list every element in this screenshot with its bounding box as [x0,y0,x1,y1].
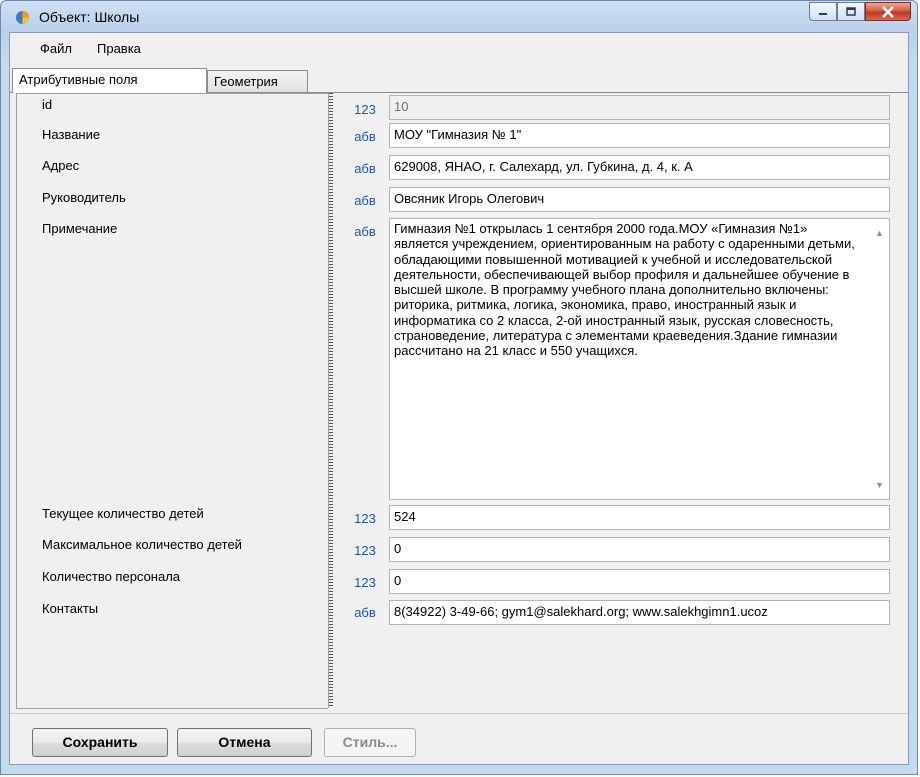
type-badge-number: 123 [354,102,376,117]
type-badge-text: абв [354,605,376,620]
field-label-max-children: Максимальное количество детей [42,537,242,552]
style-button: Стиль... [324,728,416,757]
field-label-director: Руководитель [42,190,126,205]
minimize-button[interactable] [809,2,837,21]
field-label-staff: Количество персонала [42,569,181,584]
type-badge-text: абв [354,129,376,144]
note-text: Гимназия №1 открылась 1 сентября 2000 го… [394,221,855,359]
type-badge-number: 123 [354,543,376,558]
director-field[interactable]: Овсяник Игорь Олегович [389,187,890,212]
max-children-field[interactable]: 0 [389,537,890,562]
tab-geometry[interactable]: Геометрия [207,70,308,92]
field-label-id: id [42,97,53,112]
column-splitter[interactable] [328,93,333,708]
tab-strip: Атрибутивные поля Геометрия [10,68,908,93]
scroll-up-icon[interactable]: ▲ [875,226,884,241]
type-badge-text: абв [354,193,376,208]
field-label-name: Название [42,127,101,142]
name-field[interactable]: МОУ "Гимназия № 1" [389,123,890,148]
minimize-icon [819,12,827,15]
scroll-down-icon[interactable]: ▼ [875,478,884,493]
tab-attributes[interactable]: Атрибутивные поля [12,68,207,93]
client-area: Файл Правка Атрибутивные поля Геометрия … [9,32,909,765]
maximize-button[interactable] [837,2,865,21]
address-field[interactable]: 629008, ЯНАО, г. Салехард, ул. Губкина, … [389,155,890,180]
maximize-icon [846,6,856,16]
field-label-contacts: Контакты [42,601,99,616]
window: Объект: Школы Файл Правка Атрибутивные п… [0,0,918,775]
menu-bar: Файл Правка [10,33,908,63]
close-button[interactable] [865,2,911,21]
labels-column [16,93,328,709]
close-icon [882,5,894,18]
field-label-note: Примечание [42,221,118,236]
attributes-panel: id 123 10 Название абв МОУ "Гимназия № 1… [10,92,908,713]
button-bar: Сохранить Отмена Стиль... [10,713,908,766]
note-textarea[interactable]: Гимназия №1 открылась 1 сентября 2000 го… [389,218,890,500]
window-title: Объект: Школы [39,9,140,25]
note-scrollbar[interactable]: ▲ ▼ [871,219,889,499]
menu-edit[interactable]: Правка [97,41,141,56]
app-globe-icon [15,10,30,25]
contacts-field[interactable]: 8(34922) 3-49-66; gym1@salekhard.org; ww… [389,600,890,625]
field-label-address: Адрес [42,158,80,173]
menu-file[interactable]: Файл [40,41,72,56]
type-badge-text: абв [354,161,376,176]
field-label-current-children: Текущее количество детей [42,506,204,521]
type-badge-number: 123 [354,575,376,590]
id-field: 10 [389,95,890,120]
title-bar[interactable]: Объект: Школы [1,1,917,31]
cancel-button[interactable]: Отмена [177,728,312,757]
save-button[interactable]: Сохранить [32,728,168,757]
type-badge-text: абв [354,224,376,239]
type-badge-number: 123 [354,511,376,526]
current-children-field[interactable]: 524 [389,505,890,530]
staff-field[interactable]: 0 [389,569,890,594]
